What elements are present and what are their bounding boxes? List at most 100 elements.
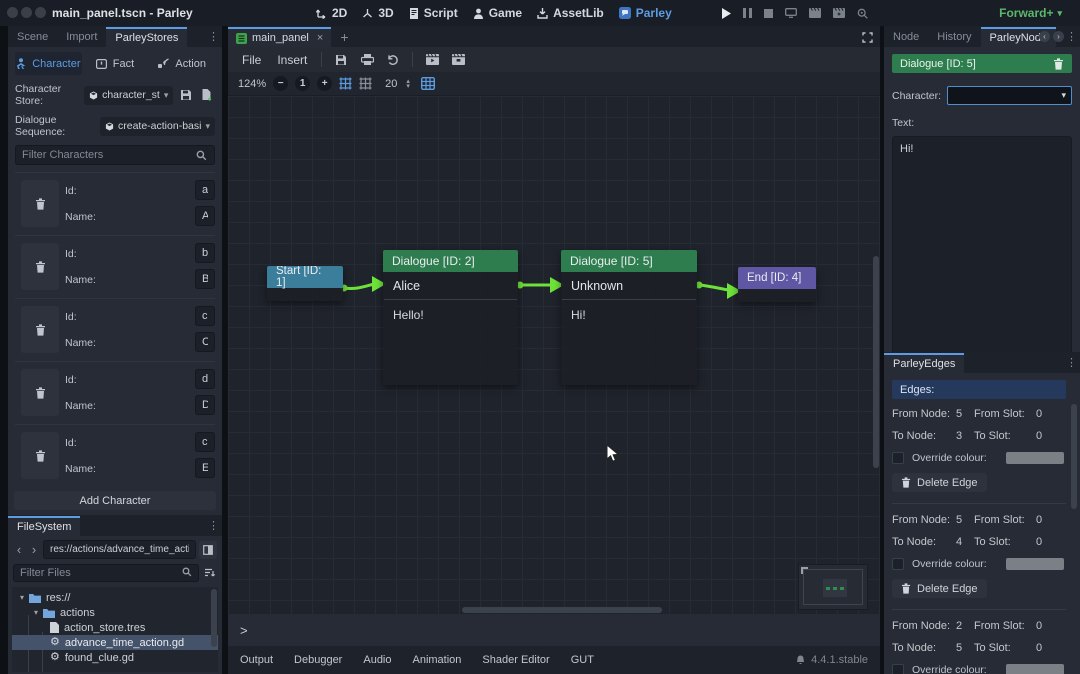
tab-filesystem[interactable]: FileSystem bbox=[8, 516, 80, 536]
toggle-split-mode-button[interactable] bbox=[199, 541, 217, 559]
pause-button[interactable] bbox=[743, 8, 752, 18]
delete-character-button[interactable] bbox=[21, 306, 59, 353]
file-sort-button[interactable] bbox=[203, 563, 217, 582]
refresh-button[interactable] bbox=[382, 50, 404, 70]
delete-edge-button[interactable]: Delete Edge bbox=[892, 579, 987, 598]
tree-item-actions[interactable]: ▾ actions bbox=[12, 605, 218, 620]
new-tab-button[interactable]: + bbox=[331, 27, 357, 47]
graph-node-dialogue-2[interactable]: Dialogue [ID: 2] Alice Hello! bbox=[383, 250, 518, 385]
tab-parleystores[interactable]: ParleyStores bbox=[106, 27, 187, 47]
new-store-button[interactable] bbox=[199, 86, 215, 105]
character-name-input[interactable] bbox=[195, 206, 215, 226]
bottom-panel-expander[interactable]: > bbox=[228, 614, 880, 646]
override-colour-checkbox[interactable] bbox=[892, 664, 904, 674]
save-dialogue-button[interactable] bbox=[330, 50, 352, 70]
save-store-button[interactable] bbox=[178, 86, 194, 105]
inspector-back-button[interactable]: ‹ bbox=[1039, 31, 1050, 42]
window-close-button[interactable] bbox=[7, 7, 18, 18]
mode-action-button[interactable]: Action bbox=[148, 52, 215, 75]
character-name-input[interactable] bbox=[195, 269, 215, 289]
distraction-free-icon[interactable] bbox=[862, 32, 873, 43]
edges-scrollbar[interactable] bbox=[1071, 404, 1077, 670]
delete-character-button[interactable] bbox=[21, 432, 59, 479]
inspector-forward-button[interactable]: › bbox=[1053, 31, 1064, 42]
character-name-input[interactable] bbox=[195, 395, 215, 415]
tree-item-res[interactable]: ▾ res:// bbox=[12, 590, 218, 605]
zoom-reset-button[interactable]: 1 bbox=[295, 76, 310, 91]
zoom-out-button[interactable]: − bbox=[273, 76, 288, 91]
tree-item-file[interactable]: action_store.tres bbox=[12, 620, 218, 635]
graph-node-start[interactable]: Start [ID: 1] bbox=[267, 266, 343, 301]
tab-parleyedges[interactable]: ParleyEdges bbox=[884, 353, 964, 373]
bottom-tab-audio[interactable]: Audio bbox=[363, 654, 391, 666]
character-store-select[interactable]: character_st ▾ bbox=[84, 86, 173, 105]
add-character-button[interactable]: Add Character bbox=[14, 491, 216, 510]
main-screen-parley[interactable]: Parley bbox=[619, 6, 672, 20]
stop-button[interactable] bbox=[764, 9, 773, 18]
tab-node[interactable]: Node bbox=[884, 27, 928, 47]
override-colour-checkbox[interactable] bbox=[892, 558, 904, 570]
dialogue-text-area[interactable]: Hi! bbox=[892, 136, 1072, 364]
bottom-tab-output[interactable]: Output bbox=[240, 654, 273, 666]
snap-toggle-icon[interactable] bbox=[339, 77, 352, 90]
dock-menu-icon[interactable]: ⋮ bbox=[208, 519, 219, 532]
grid-toggle-icon[interactable] bbox=[359, 77, 372, 90]
close-tab-icon[interactable]: × bbox=[317, 32, 323, 44]
tree-item-file[interactable]: ⚙ found_clue.gd bbox=[12, 650, 218, 665]
graph-node-dialogue-5[interactable]: Dialogue [ID: 5] Unknown Hi! bbox=[561, 250, 697, 385]
movie-maker-icon[interactable] bbox=[809, 8, 821, 18]
snap-distance-spinner[interactable]: ▴ ▾ bbox=[406, 79, 410, 89]
character-id-input[interactable] bbox=[195, 432, 215, 452]
dock-menu-icon[interactable]: ⋮ bbox=[1066, 356, 1077, 369]
character-select[interactable]: ▾ bbox=[947, 86, 1072, 105]
mode-fact-button[interactable]: Fact bbox=[82, 52, 149, 75]
renderer-select[interactable]: Forward+ ▾ bbox=[999, 0, 1062, 26]
tree-collapse-icon[interactable]: ▾ bbox=[20, 593, 24, 602]
graph-vertical-scrollbar[interactable] bbox=[873, 98, 879, 603]
tab-scene[interactable]: Scene bbox=[8, 27, 57, 47]
bottom-tab-gut[interactable]: GUT bbox=[571, 654, 594, 666]
graph-node-end[interactable]: End [ID: 4] bbox=[738, 267, 816, 302]
character-name-input[interactable] bbox=[195, 332, 215, 352]
main-screen-3d[interactable]: 3D bbox=[362, 6, 393, 20]
dock-menu-icon[interactable]: ⋮ bbox=[208, 30, 219, 43]
override-colour-checkbox[interactable] bbox=[892, 452, 904, 464]
bottom-tab-animation[interactable]: Animation bbox=[413, 654, 462, 666]
bottom-tab-shader-editor[interactable]: Shader Editor bbox=[482, 654, 549, 666]
tab-import[interactable]: Import bbox=[57, 27, 106, 47]
dialogue-sequence-select[interactable]: create-action-basi ▾ bbox=[100, 117, 215, 136]
tree-collapse-icon[interactable]: ▾ bbox=[34, 608, 38, 617]
dock-menu-icon[interactable]: ⋮ bbox=[1066, 30, 1077, 43]
minimap-toggle-icon[interactable] bbox=[421, 77, 435, 90]
filter-files-input[interactable] bbox=[13, 564, 199, 582]
colour-swatch[interactable] bbox=[1006, 558, 1064, 570]
delete-edge-button[interactable]: Delete Edge bbox=[892, 473, 987, 492]
colour-swatch[interactable] bbox=[1006, 664, 1064, 674]
tab-history[interactable]: History bbox=[928, 27, 980, 47]
delete-character-button[interactable] bbox=[21, 369, 59, 416]
character-id-input[interactable] bbox=[195, 369, 215, 389]
mode-character-button[interactable]: Character bbox=[15, 52, 82, 75]
menu-file[interactable]: File bbox=[236, 53, 267, 67]
tree-item-file-selected[interactable]: ⚙ advance_time_action.gd bbox=[12, 635, 218, 650]
scene-tab-main-panel[interactable]: main_panel × bbox=[228, 27, 331, 47]
character-id-input[interactable] bbox=[195, 306, 215, 326]
colour-swatch[interactable] bbox=[1006, 452, 1064, 464]
tree-scrollbar[interactable] bbox=[211, 589, 217, 672]
delete-character-button[interactable] bbox=[21, 180, 59, 227]
main-screen-2d[interactable]: 2D bbox=[316, 6, 347, 20]
bottom-tab-debugger[interactable]: Debugger bbox=[294, 654, 342, 666]
main-screen-script[interactable]: Script bbox=[409, 6, 458, 20]
character-id-input[interactable] bbox=[195, 243, 215, 263]
graph-minimap[interactable] bbox=[798, 564, 868, 610]
zoom-in-button[interactable]: + bbox=[317, 76, 332, 91]
remote-debug-icon[interactable] bbox=[785, 8, 797, 18]
window-zoom-button[interactable] bbox=[35, 7, 46, 18]
menu-insert[interactable]: Insert bbox=[271, 53, 313, 67]
print-dialogue-button[interactable] bbox=[356, 50, 378, 70]
history-forward-button[interactable]: › bbox=[28, 542, 40, 557]
current-path-input[interactable] bbox=[43, 540, 196, 559]
character-name-input[interactable] bbox=[195, 458, 215, 478]
notification-bell-icon[interactable] bbox=[796, 655, 805, 665]
character-id-input[interactable] bbox=[195, 180, 215, 200]
